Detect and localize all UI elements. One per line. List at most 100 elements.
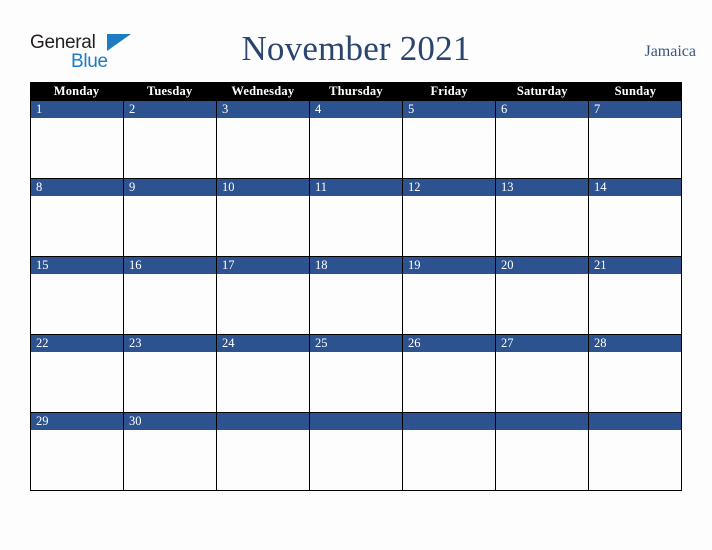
day-notes-area[interactable] (589, 118, 681, 176)
day-cell[interactable]: 14 (589, 179, 681, 256)
day-band (217, 413, 309, 430)
day-number: 27 (501, 336, 514, 350)
calendar-weeks: 1 2 3 4 5 6 7 8 9 10 11 12 13 14 15 16 1… (30, 101, 682, 491)
day-band: 22 (31, 335, 123, 352)
day-cell[interactable]: 10 (217, 179, 310, 256)
day-cell[interactable]: 8 (31, 179, 124, 256)
day-notes-area[interactable] (217, 118, 309, 176)
day-cell[interactable]: 7 (589, 101, 681, 178)
day-cell[interactable]: 17 (217, 257, 310, 334)
day-cell[interactable]: 16 (124, 257, 217, 334)
day-notes-area[interactable] (403, 274, 495, 332)
day-cell[interactable]: 3 (217, 101, 310, 178)
day-notes-area[interactable] (124, 352, 216, 410)
day-notes-area[interactable] (403, 196, 495, 254)
day-notes-area[interactable] (124, 274, 216, 332)
day-cell[interactable]: 5 (403, 101, 496, 178)
day-cell[interactable]: 26 (403, 335, 496, 412)
day-notes-area[interactable] (403, 118, 495, 176)
day-band: 21 (589, 257, 681, 274)
day-cell[interactable]: 27 (496, 335, 589, 412)
day-cell[interactable]: 12 (403, 179, 496, 256)
day-number: 29 (36, 414, 49, 428)
day-cell[interactable]: 1 (31, 101, 124, 178)
day-notes-area[interactable] (310, 196, 402, 254)
day-notes-area[interactable] (124, 196, 216, 254)
day-notes-area[interactable] (124, 118, 216, 176)
day-cell[interactable]: 21 (589, 257, 681, 334)
day-number: 21 (594, 258, 607, 272)
day-band: 5 (403, 101, 495, 118)
day-cell[interactable]: 19 (403, 257, 496, 334)
day-notes-area[interactable] (310, 430, 402, 488)
day-notes-area[interactable] (496, 196, 588, 254)
day-cell[interactable]: 9 (124, 179, 217, 256)
day-notes-area[interactable] (31, 274, 123, 332)
day-cell[interactable]: 28 (589, 335, 681, 412)
day-notes-area[interactable] (589, 430, 681, 488)
day-cell[interactable]: 23 (124, 335, 217, 412)
day-number: 30 (129, 414, 142, 428)
day-band: 18 (310, 257, 402, 274)
day-number: 14 (594, 180, 607, 194)
day-cell[interactable]: 2 (124, 101, 217, 178)
day-notes-area[interactable] (31, 430, 123, 488)
day-notes-area[interactable] (217, 196, 309, 254)
day-band: 30 (124, 413, 216, 430)
day-number: 5 (408, 102, 415, 116)
day-notes-area[interactable] (496, 352, 588, 410)
day-cell[interactable]: 6 (496, 101, 589, 178)
day-cell[interactable]: 13 (496, 179, 589, 256)
day-notes-area[interactable] (589, 196, 681, 254)
weekday-header-tuesday: Tuesday (147, 84, 193, 98)
calendar-grid: Monday Tuesday Wednesday Thursday Friday… (30, 82, 682, 491)
day-number: 8 (36, 180, 43, 194)
day-cell[interactable]: 20 (496, 257, 589, 334)
weekday-header-saturday: Saturday (516, 84, 568, 98)
day-number: 11 (315, 180, 328, 194)
day-cell[interactable]: 15 (31, 257, 124, 334)
day-number: 18 (315, 258, 328, 272)
day-number: 6 (501, 102, 508, 116)
day-notes-area[interactable] (217, 274, 309, 332)
day-band: 24 (217, 335, 309, 352)
day-notes-area[interactable] (496, 430, 588, 488)
day-cell[interactable]: 24 (217, 335, 310, 412)
day-band (310, 413, 402, 430)
day-cell-empty[interactable] (496, 413, 589, 490)
day-cell-empty[interactable] (310, 413, 403, 490)
day-band: 26 (403, 335, 495, 352)
day-notes-area[interactable] (403, 352, 495, 410)
day-number: 28 (594, 336, 607, 350)
day-cell[interactable]: 11 (310, 179, 403, 256)
day-notes-area[interactable] (217, 430, 309, 488)
day-notes-area[interactable] (310, 352, 402, 410)
day-cell-empty[interactable] (403, 413, 496, 490)
day-cell[interactable]: 4 (310, 101, 403, 178)
day-cell[interactable]: 18 (310, 257, 403, 334)
day-notes-area[interactable] (589, 274, 681, 332)
day-cell[interactable]: 29 (31, 413, 124, 490)
day-notes-area[interactable] (217, 352, 309, 410)
day-notes-area[interactable] (31, 196, 123, 254)
day-band: 9 (124, 179, 216, 196)
day-notes-area[interactable] (496, 274, 588, 332)
day-band: 4 (310, 101, 402, 118)
day-notes-area[interactable] (589, 352, 681, 410)
day-notes-area[interactable] (124, 430, 216, 488)
day-cell[interactable]: 30 (124, 413, 217, 490)
weekday-header-thursday: Thursday (329, 84, 383, 98)
day-number: 4 (315, 102, 322, 116)
day-cell-empty[interactable] (217, 413, 310, 490)
day-notes-area[interactable] (310, 274, 402, 332)
day-band: 19 (403, 257, 495, 274)
day-cell-empty[interactable] (589, 413, 681, 490)
day-notes-area[interactable] (403, 430, 495, 488)
day-notes-area[interactable] (31, 118, 123, 176)
day-cell[interactable]: 22 (31, 335, 124, 412)
day-notes-area[interactable] (310, 118, 402, 176)
day-notes-area[interactable] (496, 118, 588, 176)
day-cell[interactable]: 25 (310, 335, 403, 412)
day-band (403, 413, 495, 430)
day-notes-area[interactable] (31, 352, 123, 410)
